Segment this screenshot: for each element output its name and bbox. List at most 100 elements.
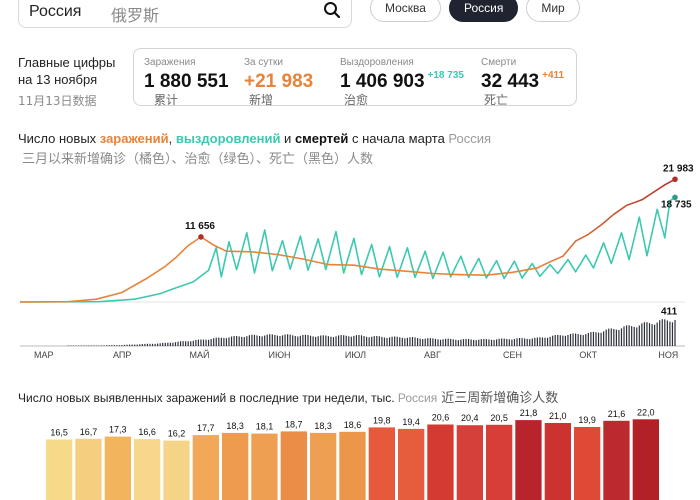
death-bar [294,336,296,346]
stat-recoveries-annotation: 治愈 [344,93,369,107]
death-bar [322,335,324,346]
stats-card: Заражения 1 880 551 累计 За сутки +21 983 … [133,48,577,107]
death-bar [261,336,263,346]
bar-value-label: 21,0 [549,411,567,421]
death-bar [118,345,120,346]
death-bar [279,336,281,346]
death-bar [605,329,607,346]
death-bar [462,339,465,346]
death-bar [93,345,95,346]
death-bar [620,328,623,346]
death-bar [409,337,411,346]
death-bar [564,335,567,346]
death-bar [485,339,488,346]
death-bar [404,338,406,346]
death-bar [281,335,284,346]
death-bar [572,333,574,346]
search-icon[interactable] [323,1,341,19]
death-bar [113,345,115,346]
weekly-bar-chart: 16,5 16,7 17,3 16,6 16,2 17,7 18,3 18,1 18,7 18,3… [46,408,659,500]
death-bar [241,336,243,346]
death-bar [85,345,87,346]
bar [427,424,454,500]
bar-value-label: 21,6 [608,409,626,419]
death-bar [149,343,151,346]
bar [134,439,161,500]
bar-value-label: 17,7 [197,423,215,433]
death-bar [478,339,480,346]
bar-chart-annotation: 近三周新增确诊人数 [441,391,559,406]
main-chart-title-part: Число новых [18,131,100,146]
death-bar [674,319,676,346]
death-bar [424,338,426,346]
death-bar [106,345,108,346]
death-bar [526,338,528,346]
bar [339,431,366,500]
key-figures-heading-line1: Главные цифры [18,55,116,70]
death-bar [536,337,538,346]
main-chart-title-part: , [168,131,176,146]
death-bar [623,326,625,346]
death-bar [597,332,600,346]
death-bar [666,320,668,346]
search-annotation: 俄罗斯 [111,6,160,25]
death-bar [100,345,103,346]
death-bar [396,336,398,346]
death-bar [391,336,393,346]
stat-recoveries-value: 1 406 903 [340,71,425,92]
death-bar [450,338,452,346]
death-bar [582,335,584,346]
bar [192,435,219,500]
bar [486,424,513,500]
death-bar [157,343,159,346]
bar-chart-region: Россия [397,391,438,405]
death-bar [495,339,498,346]
death-bar [521,338,523,346]
bar [368,427,395,500]
key-figures-heading-line2: на 13 ноября [18,72,98,87]
death-bar [529,339,531,346]
death-bar [388,337,391,346]
x-tick-label: ОКТ [579,350,597,360]
death-bar [470,339,472,346]
death-bar [557,334,559,346]
death-bar [116,345,118,346]
death-bar [292,335,294,346]
death-bar [452,339,454,346]
death-bar [276,335,279,346]
stat-deaths-delta: +411 [542,70,565,81]
main-chart-title-recoveries: выздоровлений [175,131,281,146]
death-bar [246,336,248,346]
death-bar [483,338,485,346]
death-bar [608,328,610,346]
death-bar [243,337,245,346]
tab-moscow[interactable]: Москва [370,0,441,22]
death-bar [332,337,335,346]
death-bar [335,336,337,346]
death-bar [274,334,276,346]
tab-world[interactable]: Мир [526,0,580,22]
death-bar [414,337,416,346]
death-bar [501,338,503,346]
bar [222,432,249,500]
bar [75,438,102,500]
infections-end-label: 21 983 [663,163,694,174]
death-bar [651,324,653,346]
death-bar [371,336,373,346]
key-figures-heading: Главные цифры на 13 ноября [18,54,115,88]
bar-value-label: 21,8 [520,408,538,418]
death-bar [144,343,146,346]
death-bar [327,336,329,346]
search-input[interactable]: Россия [29,3,81,21]
death-bar [628,325,630,346]
death-bar [615,329,617,346]
region-search-box[interactable]: Россия 俄罗斯 [18,0,352,28]
stat-daily-label: За сутки [244,57,283,68]
tab-russia[interactable]: Россия [448,0,519,22]
death-bar [552,335,554,346]
death-bar [399,337,401,346]
death-bar [248,335,250,346]
death-bar [429,338,431,346]
death-bar [302,335,304,346]
death-bar [603,331,605,346]
